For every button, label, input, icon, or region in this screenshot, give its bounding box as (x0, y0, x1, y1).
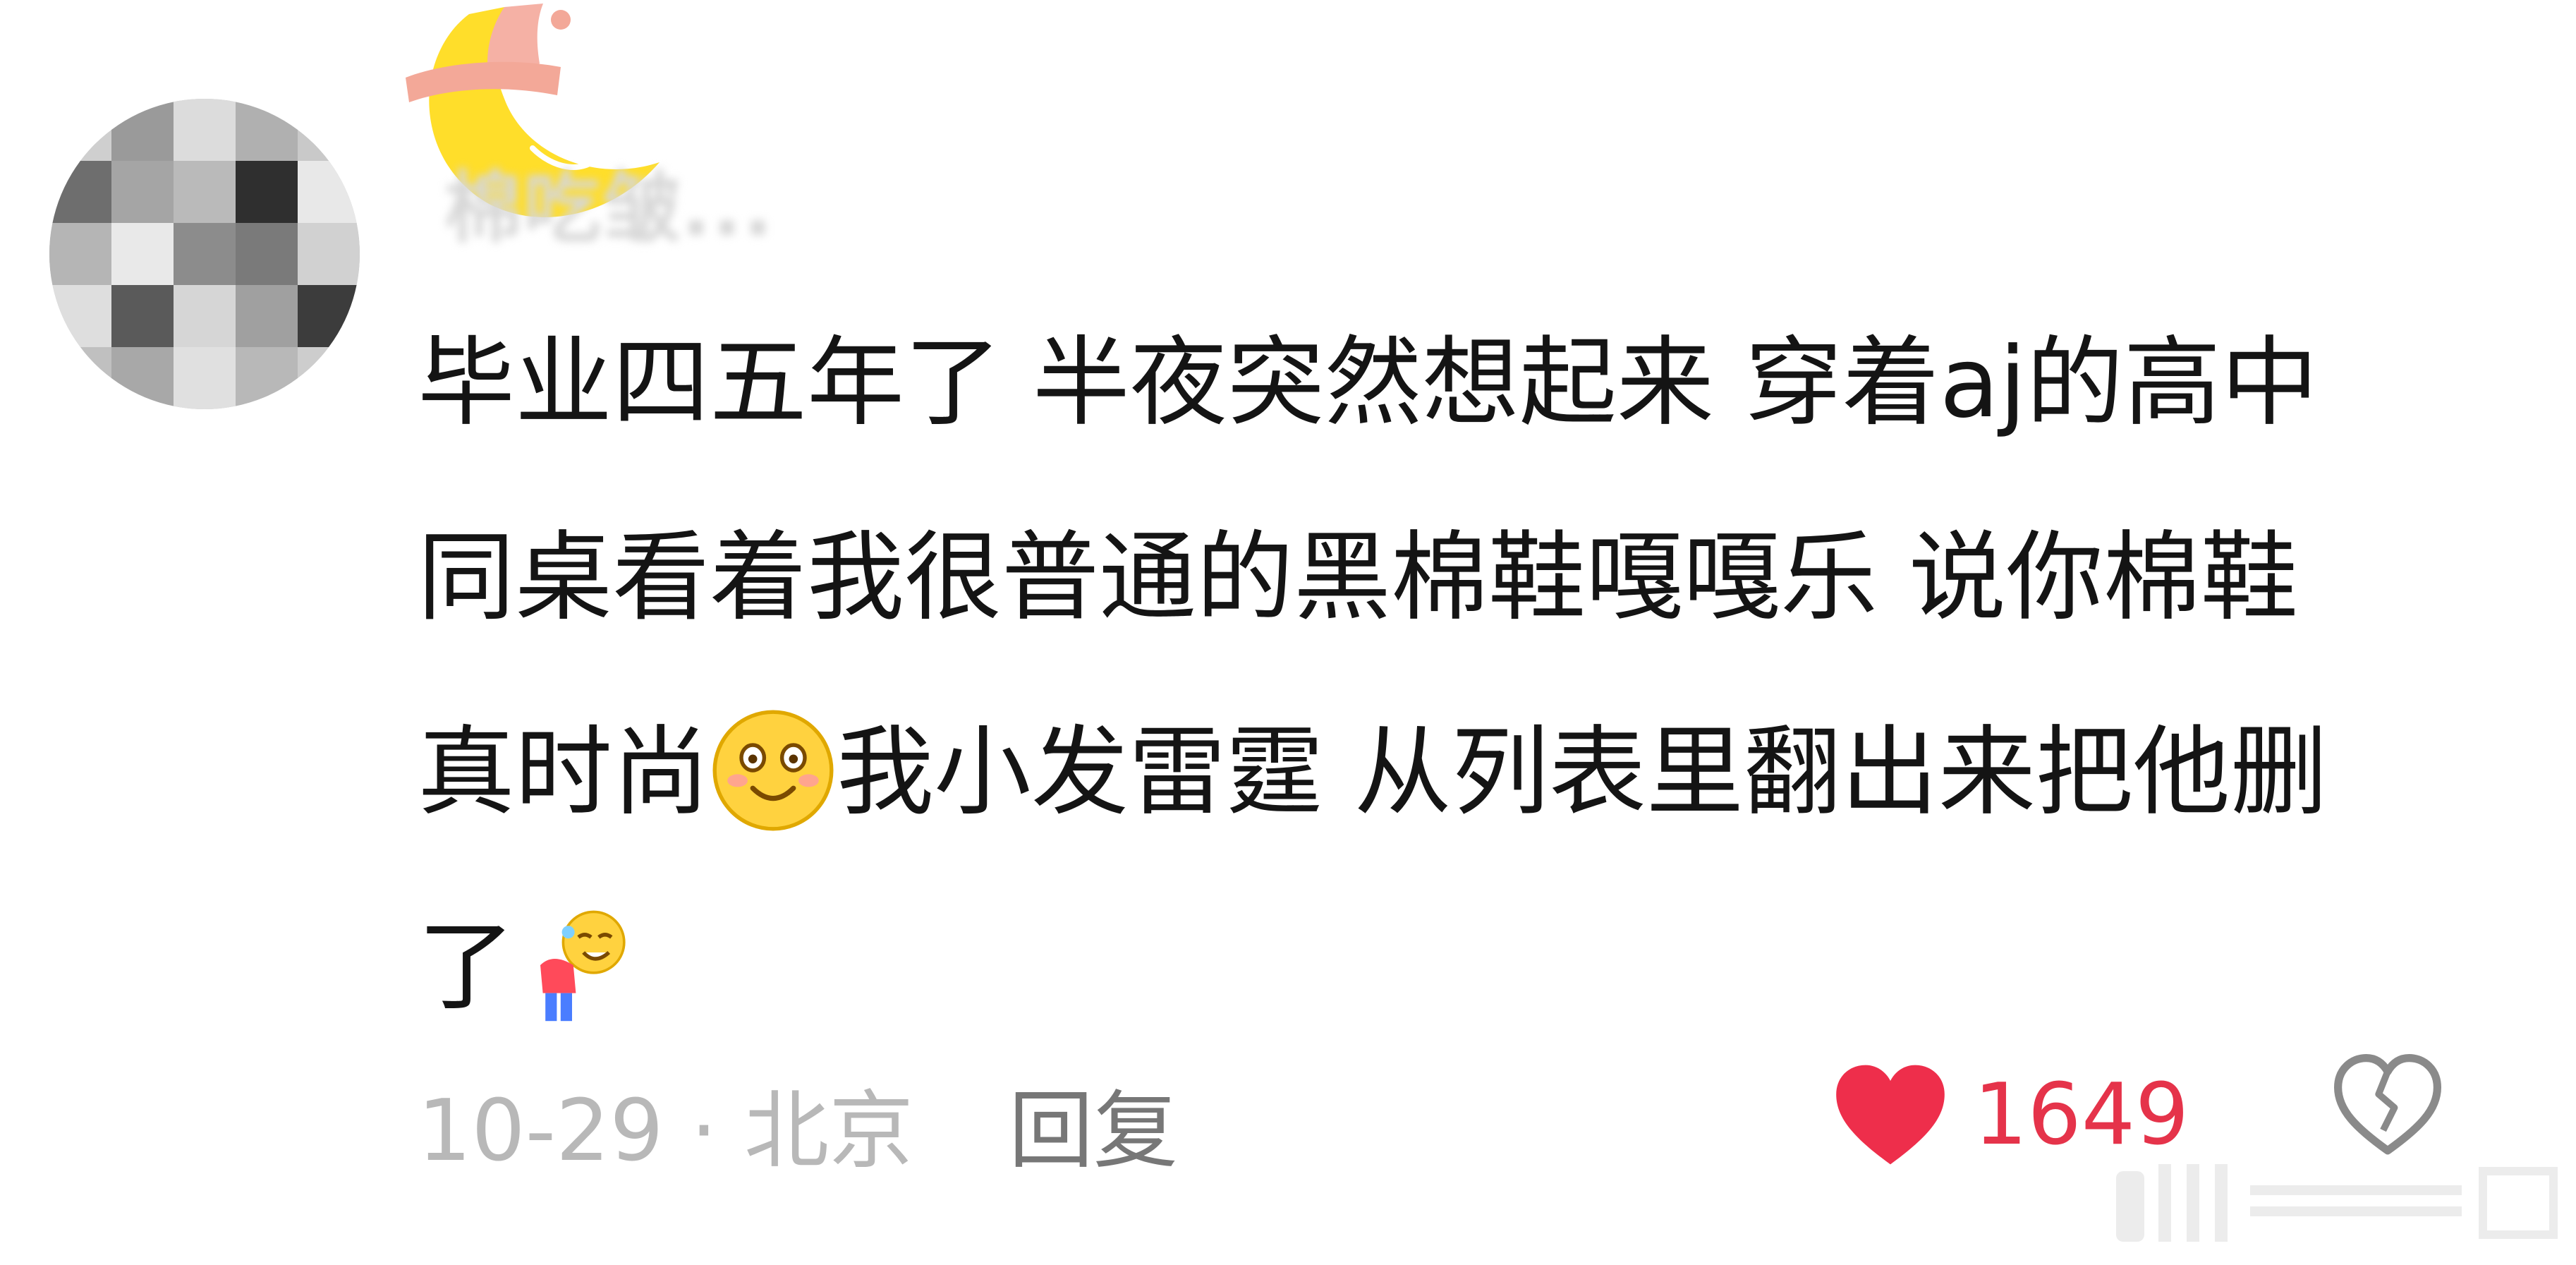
avatar-pixelated-image (49, 99, 360, 409)
comment-text-segment: 我小发雷霆 从列表里翻出来把他删 (837, 715, 2328, 829)
broken-heart-icon[interactable] (2331, 1051, 2444, 1164)
meta-separator: · (690, 1082, 718, 1180)
like-button[interactable]: 1649 (1834, 1058, 2189, 1171)
avatar[interactable] (49, 99, 360, 409)
comment-date: 10-29 (418, 1082, 664, 1180)
comment-text-line: 毕业四五年了 半夜突然想起来 穿着aj的高中 (418, 326, 2319, 440)
comment-text-segment: 了 (418, 910, 516, 1024)
comment-text-line: 真时尚 我小发雷霆 从列表里翻出来把他删 (418, 675, 2491, 870)
comment-item: 棉吃皱... 毕业四五年了 半夜突然想起来 穿着aj的高中 同桌看着我很普通的黑… (0, 0, 2576, 1265)
comment-text: 毕业四五年了 半夜突然想起来 穿着aj的高中 同桌看着我很普通的黑棉鞋嘎嘎乐 说… (418, 286, 2491, 1065)
heart-icon (1836, 1065, 1945, 1165)
like-count: 1649 (1974, 1065, 2189, 1164)
comment-meta: 10-29 · 北京 (418, 1062, 913, 1185)
username[interactable]: 棉吃皱... (444, 145, 774, 258)
reply-button[interactable]: 回复 (1009, 1062, 1178, 1185)
comment-location: 北京 (744, 1082, 914, 1180)
bowing-person-emoji-icon (515, 898, 642, 1025)
comment-text-segment: 真时尚 (418, 715, 710, 829)
smiling-blush-emoji-icon (710, 703, 837, 831)
comment-text-line: 了 (418, 870, 2491, 1065)
comment-text-line: 同桌看着我很普通的黑棉鞋嘎嘎乐 说你棉鞋 (418, 521, 2298, 634)
watermark-icon (2116, 1164, 2558, 1242)
